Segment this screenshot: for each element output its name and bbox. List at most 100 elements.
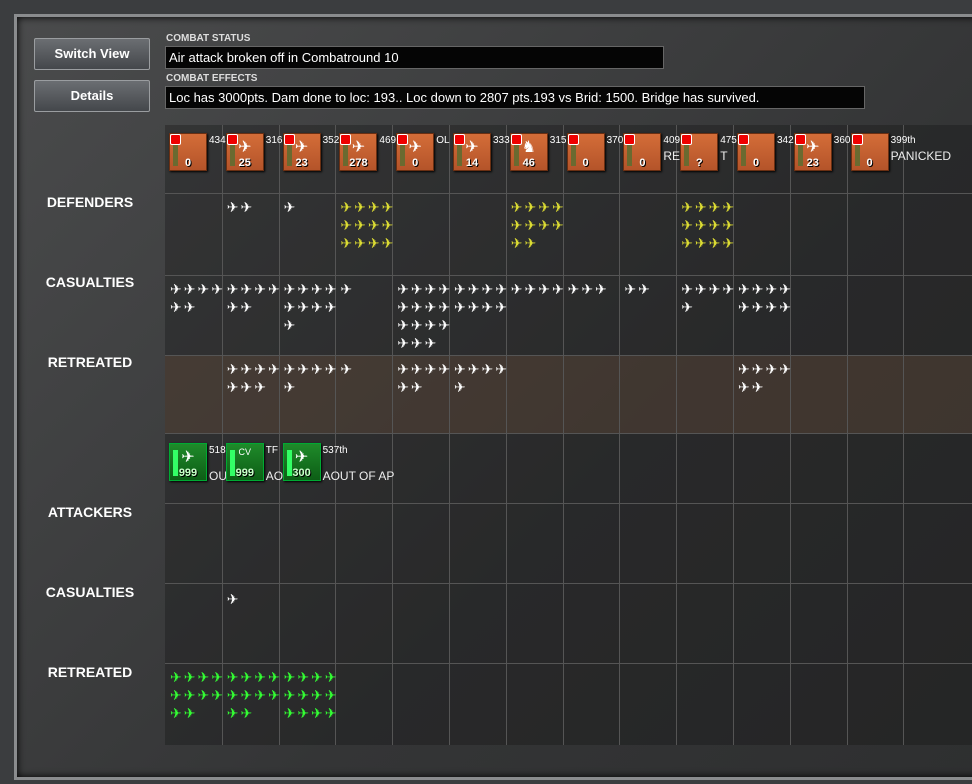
unit-id: 469 (379, 135, 397, 146)
column-divider (619, 125, 621, 745)
aircraft-icon-group: ✈✈✈✈✈ (681, 281, 737, 315)
defender-unit-counter[interactable]: ? (680, 133, 719, 171)
aircraft-icon-group: ✈ (340, 281, 355, 297)
unit-id: 342 (777, 135, 794, 146)
combat-status-text: Air attack broken off in Combatround 10 (165, 46, 664, 69)
column-divider (505, 125, 507, 745)
status-indicator-icon (567, 134, 579, 145)
plane-icon: ✈ (294, 449, 309, 466)
status-indicator-icon (624, 134, 636, 145)
aircraft-icon-group: ✈✈✈✈✈✈✈✈✈ (283, 281, 339, 333)
unit-id: 399th (890, 135, 916, 146)
unit-status: PANICKED (890, 149, 952, 163)
attackers-row (165, 503, 972, 584)
aircraft-icon-group: ✈✈✈✈✈✈✈✈✈✈✈✈ (340, 199, 396, 251)
aircraft-icon-group: ✈ (283, 199, 298, 215)
status-indicator-icon (738, 134, 749, 145)
plane-icon: ✈ (806, 139, 820, 156)
defender-unit-counter[interactable]: 0 (566, 133, 605, 171)
unit-status: RE (663, 149, 681, 163)
aircraft-icon-group: ✈✈✈✈✈✈ (738, 361, 793, 395)
aircraft-icon-group: ✈✈✈✈✈✈ (226, 281, 282, 315)
unit-value: 300 (292, 467, 311, 479)
aircraft-icon-group: ✈✈✈✈✈✈✈✈✈✈ (226, 669, 282, 721)
defender-unit-counter[interactable]: 0 (850, 133, 889, 171)
unit-id: OL (436, 135, 450, 146)
defender-unit-counter[interactable]: ✈ 14 (453, 133, 491, 171)
aircraft-icon-group: ✈✈✈✈✈ (283, 361, 339, 395)
attacker-unit-counter[interactable]: ✈ 999 (169, 443, 207, 481)
unit-id: 333 (493, 135, 510, 146)
combat-effects-label: COMBAT EFFECTS (166, 73, 258, 84)
aircraft-icon-group: ✈ (340, 361, 355, 377)
defender-unit-counter[interactable]: ✈ 23 (793, 133, 832, 171)
unit-status: AOUT OF AP (322, 469, 395, 483)
switch-view-button[interactable]: Switch View (34, 38, 150, 70)
column-divider (449, 125, 450, 745)
aircraft-icon-group: ✈✈✈✈✈✈✈✈✈✈✈✈✈✈✈ (397, 281, 453, 351)
unit-id: 315 (549, 135, 567, 146)
status-indicator-icon (170, 134, 181, 145)
aircraft-icon-group: ✈✈✈✈✈✈ (397, 361, 453, 395)
unit-value: 999 (178, 467, 198, 479)
details-button[interactable]: Details (34, 80, 150, 112)
defender-unit-counter[interactable]: ✈ 278 (339, 133, 378, 171)
unit-value: 278 (349, 157, 368, 169)
column-divider (221, 125, 223, 745)
unit-id: 316 (265, 135, 283, 146)
def-casualties-label: CASUALTIES (45, 274, 135, 290)
column-divider (335, 125, 337, 745)
aircraft-icon-group: ✈✈✈ (567, 281, 609, 297)
plane-icon: ✈ (351, 139, 366, 156)
plane-icon: ✈ (294, 139, 309, 156)
aircraft-icon-group: ✈✈✈✈✈✈✈✈✈✈ (170, 669, 225, 721)
defender-unit-counter[interactable]: ♞ 46 (509, 133, 548, 171)
combat-grid (165, 125, 972, 745)
att-casualties-label: CASUALTIES (45, 584, 135, 600)
unit-id: 360 (833, 135, 851, 146)
aircraft-icon-group: ✈✈✈✈✈✈✈✈✈✈ (510, 199, 566, 251)
unit-value: 46 (522, 157, 535, 169)
unit-status: T (720, 149, 728, 163)
aircraft-icon-group: ✈ (226, 591, 241, 607)
defender-unit-counter[interactable]: 0 (737, 133, 775, 171)
unit-id: 370 (606, 135, 624, 146)
aircraft-icon-group: ✈✈✈✈✈✈✈✈ (454, 281, 509, 315)
unit-value: 0 (412, 157, 419, 169)
status-indicator-icon (681, 134, 693, 145)
aircraft-icon-group: ✈✈ (226, 199, 255, 215)
column-divider (903, 125, 905, 745)
attacker-unit-counter[interactable]: ✈ 300 (282, 443, 321, 481)
status-indicator-icon (851, 134, 863, 145)
aircraft-icon-group: ✈✈✈✈ (510, 281, 566, 297)
aircraft-icon-group: ✈✈✈✈✈✈✈✈ (738, 281, 793, 315)
unit-id: 434 (209, 135, 226, 146)
unit-value: 0 (184, 157, 192, 169)
unit-value: 999 (235, 467, 254, 479)
defender-unit-counter[interactable]: ✈ 0 (396, 133, 435, 171)
attackers-label: ATTACKERS (47, 504, 133, 520)
unit-id: 409 (663, 135, 681, 146)
attacker-unit-counter[interactable]: CV 999 (225, 443, 264, 481)
unit-value: 14 (465, 157, 479, 169)
unit-value: ? (695, 157, 703, 169)
defender-unit-counter[interactable]: 0 (169, 133, 207, 171)
unit-value: 23 (295, 157, 308, 169)
unit-id: TF (265, 445, 279, 456)
unit-id: 537th (322, 445, 348, 456)
aircraft-icon-group: ✈✈✈✈✈✈ (170, 281, 225, 315)
aircraft-icon-group: ✈✈✈✈✈✈✈✈✈✈✈✈ (681, 199, 737, 251)
unit-value: 0 (752, 157, 760, 169)
unit-id: 352 (322, 135, 340, 146)
unit-value: 25 (238, 157, 251, 169)
defender-unit-counter[interactable]: 0 (623, 133, 662, 171)
defender-unit-counter[interactable]: ✈ 23 (282, 133, 321, 171)
column-divider (846, 125, 848, 745)
combat-effects-text: Loc has 3000pts. Dam done to loc: 193.. … (165, 86, 865, 109)
aircraft-icon-group: ✈✈✈✈✈ (454, 361, 509, 395)
unit-value: 0 (639, 157, 646, 169)
aircraft-icon-group: ✈✈ (624, 281, 652, 297)
att-retreated-label: RETREATED (47, 664, 133, 680)
plane-icon: ✈ (238, 139, 252, 156)
defender-unit-counter[interactable]: ✈ 25 (225, 133, 264, 171)
